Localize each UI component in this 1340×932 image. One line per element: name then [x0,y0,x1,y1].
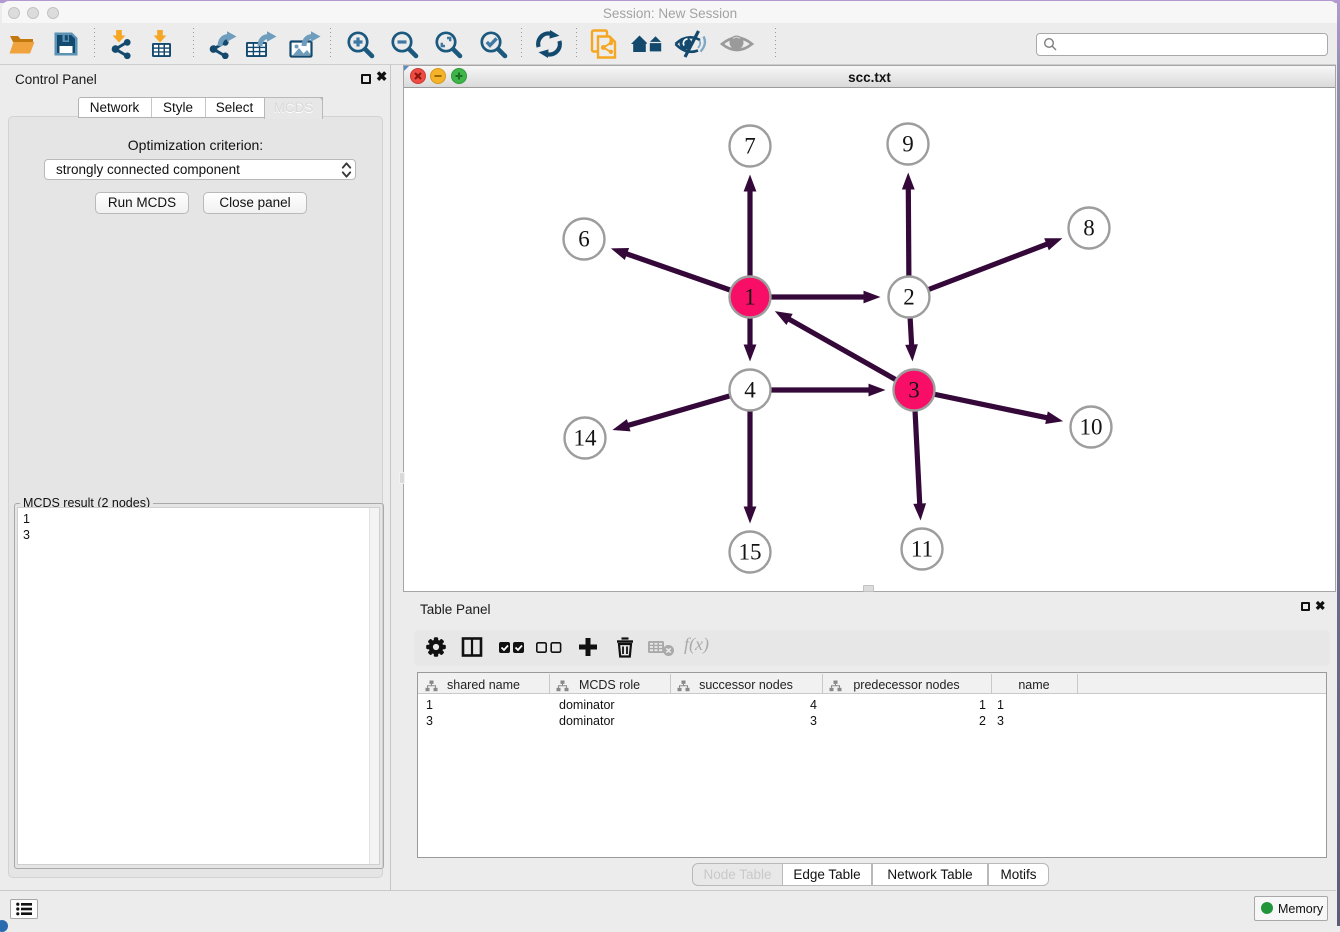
svg-text:15: 15 [739,540,762,565]
svg-text:9: 9 [902,132,914,157]
svg-text:6: 6 [578,227,590,252]
svg-text:3: 3 [908,378,920,403]
svg-text:1: 1 [744,285,756,310]
svg-text:7: 7 [744,134,756,159]
svg-text:2: 2 [903,285,915,310]
svg-text:11: 11 [911,537,933,562]
svg-text:14: 14 [574,426,598,451]
svg-text:10: 10 [1080,415,1103,440]
svg-text:8: 8 [1083,216,1095,241]
svg-text:4: 4 [744,378,756,403]
